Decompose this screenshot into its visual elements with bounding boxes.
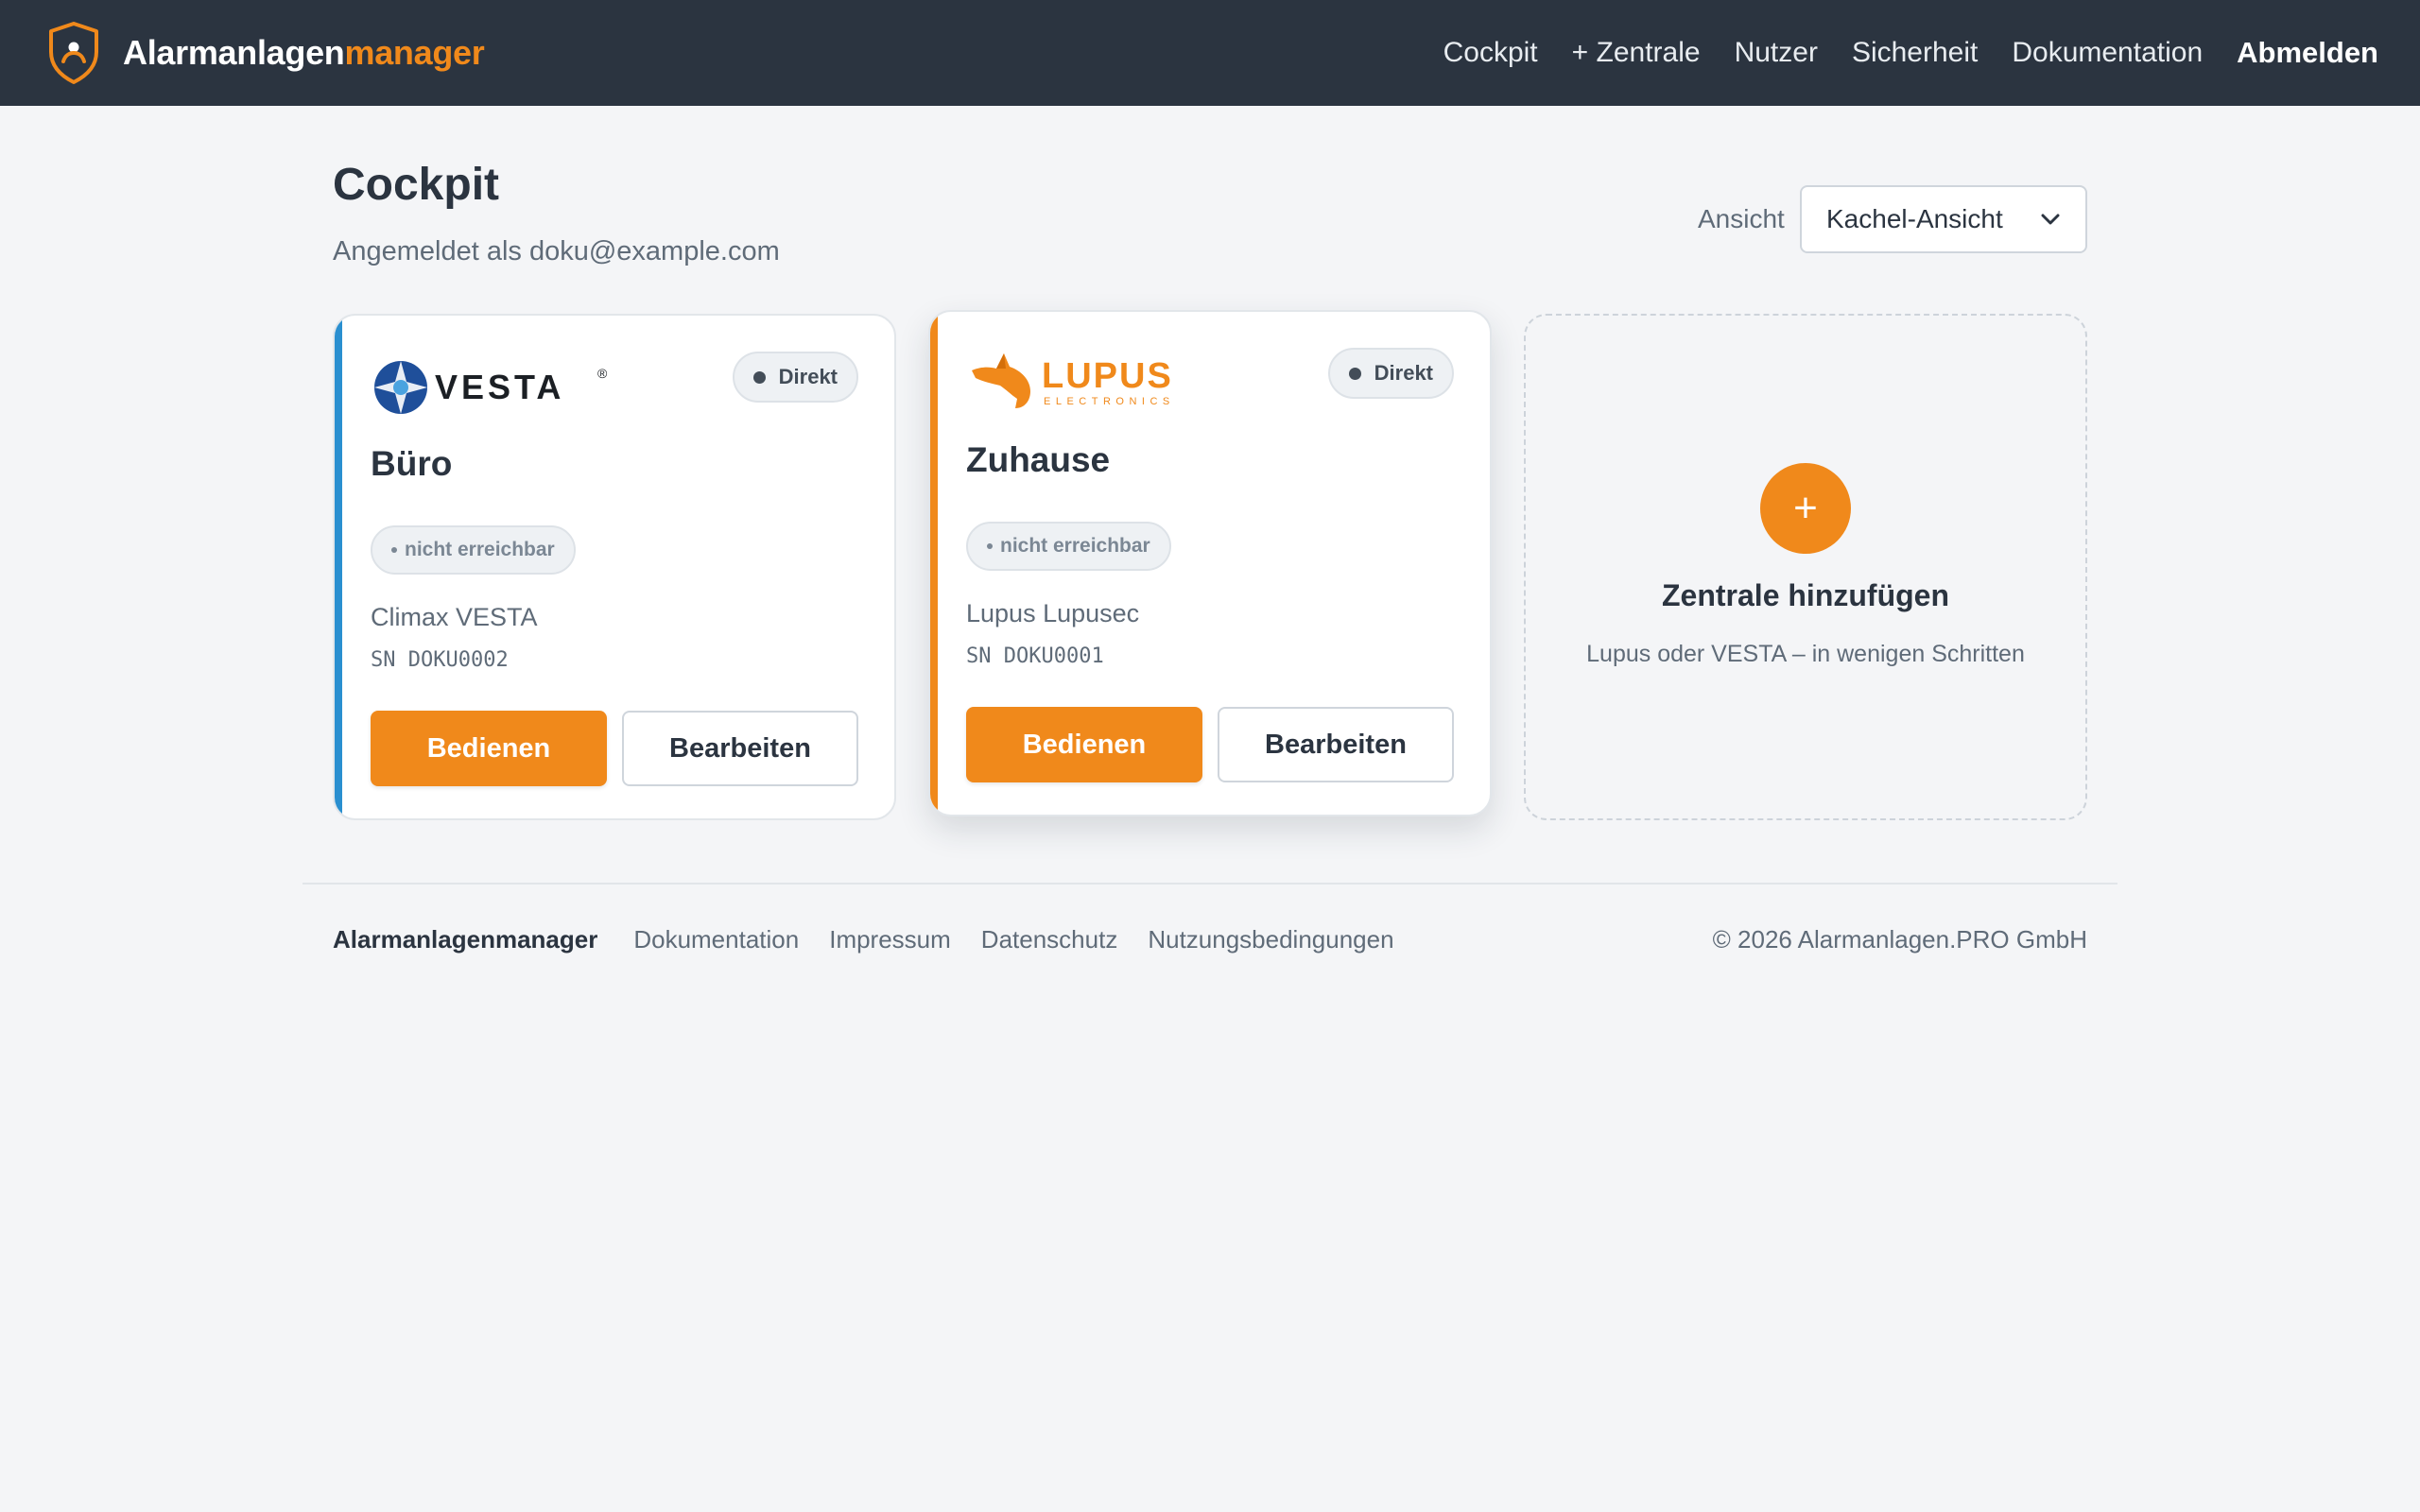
add-panel-subtitle: Lupus oder VESTA – in wenigen Schritten bbox=[1586, 641, 2025, 667]
vesta-logo: VESTA ® bbox=[374, 361, 608, 414]
panel-model: Climax VESTA bbox=[371, 603, 538, 631]
vesta-logo-text: VESTA bbox=[435, 368, 564, 406]
status-badge: nicht erreichbar bbox=[371, 525, 576, 575]
panel-name: Zuhause bbox=[966, 440, 1111, 479]
nav-sicherheit[interactable]: Sicherheit bbox=[1852, 37, 1978, 69]
nav-nutzer[interactable]: Nutzer bbox=[1735, 37, 1818, 69]
nav-dokumentation[interactable]: Dokumentation bbox=[2012, 37, 2203, 69]
footer-link-dokumentation[interactable]: Dokumentation bbox=[633, 925, 799, 954]
connection-label: Direkt bbox=[778, 365, 838, 388]
panel-serial: SN DOKU0002 bbox=[371, 648, 509, 672]
add-panel-card[interactable]: + Zentrale hinzufügen Lupus oder VESTA –… bbox=[1524, 314, 2087, 820]
panel-name: Büro bbox=[371, 444, 453, 483]
nav-logout[interactable]: Abmelden bbox=[2237, 36, 2378, 70]
edit-button[interactable]: Bearbeiten bbox=[622, 711, 858, 786]
footer-divider bbox=[302, 883, 2118, 885]
connection-dot-icon bbox=[752, 370, 766, 384]
top-navbar: Alarmanlagenmanager Cockpit + Zentrale N… bbox=[0, 0, 2420, 106]
brand-name: Alarmanlagenmanager bbox=[123, 33, 485, 73]
lupus-logo-subtext: ELECTRONICS bbox=[1044, 396, 1175, 407]
logged-in-info: Angemeldet als doku@example.com bbox=[333, 236, 780, 266]
brand-name-part-white: Alarmanlagen bbox=[123, 33, 345, 72]
brand-logo[interactable]: Alarmanlagenmanager bbox=[47, 21, 485, 85]
status-label: nicht erreichbar bbox=[405, 539, 555, 560]
connection-badge: Direkt bbox=[1327, 348, 1454, 399]
panel-model: Lupus Lupusec bbox=[966, 599, 1140, 627]
lupus-logo: LUPUS ELECTRONICS bbox=[972, 353, 1175, 408]
vesta-logo-mark: ® bbox=[597, 366, 608, 381]
footer-copyright: © 2026 Alarmanlagen.PRO GmbH bbox=[1712, 924, 2087, 954]
footer-link-nutzungsbedingungen[interactable]: Nutzungsbedingungen bbox=[1148, 925, 1393, 954]
footer-link-impressum[interactable]: Impressum bbox=[829, 925, 951, 954]
status-label: nicht erreichbar bbox=[1000, 535, 1150, 557]
edit-button[interactable]: Bearbeiten bbox=[1218, 707, 1454, 782]
card-accent-stripe bbox=[335, 316, 342, 818]
status-badge: nicht erreichbar bbox=[966, 522, 1171, 571]
connection-badge: Direkt bbox=[732, 352, 858, 403]
plus-icon[interactable]: + bbox=[1760, 463, 1851, 554]
footer: Alarmanlagenmanager Dokumentation Impres… bbox=[333, 920, 2087, 958]
chevron-down-icon bbox=[2041, 214, 2060, 225]
footer-link-datenschutz[interactable]: Datenschutz bbox=[981, 925, 1118, 954]
main-nav: Cockpit + Zentrale Nutzer Sicherheit Dok… bbox=[1409, 0, 2378, 106]
view-label: Ansicht bbox=[1698, 204, 1785, 233]
nav-cockpit[interactable]: Cockpit bbox=[1443, 37, 1538, 69]
shield-user-icon bbox=[49, 22, 98, 84]
view-select-value: Kachel-Ansicht bbox=[1826, 204, 2003, 233]
footer-brand: Alarmanlagenmanager bbox=[333, 924, 598, 954]
panel-card-zuhause: LUPUS ELECTRONICS Direkt Zuhause nicht e… bbox=[928, 310, 1492, 816]
brand-name-part-orange: manager bbox=[344, 33, 485, 72]
nav-add-zentrale[interactable]: + Zentrale bbox=[1572, 37, 1701, 69]
connection-dot-icon bbox=[1348, 367, 1361, 380]
connection-label: Direkt bbox=[1374, 361, 1433, 385]
page-title: Cockpit bbox=[333, 160, 500, 210]
lupus-logo-text: LUPUS bbox=[1042, 356, 1173, 396]
panel-card-buero: VESTA ® Direkt Büro nicht erreichbar Cli… bbox=[333, 314, 896, 820]
panel-serial: SN DOKU0001 bbox=[966, 644, 1104, 668]
card-accent-stripe bbox=[930, 312, 938, 815]
view-select[interactable]: Kachel-Ansicht bbox=[1800, 185, 2087, 253]
status-dot-icon bbox=[391, 547, 397, 553]
operate-button[interactable]: Bedienen bbox=[966, 707, 1202, 782]
operate-button[interactable]: Bedienen bbox=[371, 711, 607, 786]
add-panel-title: Zentrale hinzufügen bbox=[1662, 578, 1949, 612]
status-dot-icon bbox=[987, 543, 993, 549]
